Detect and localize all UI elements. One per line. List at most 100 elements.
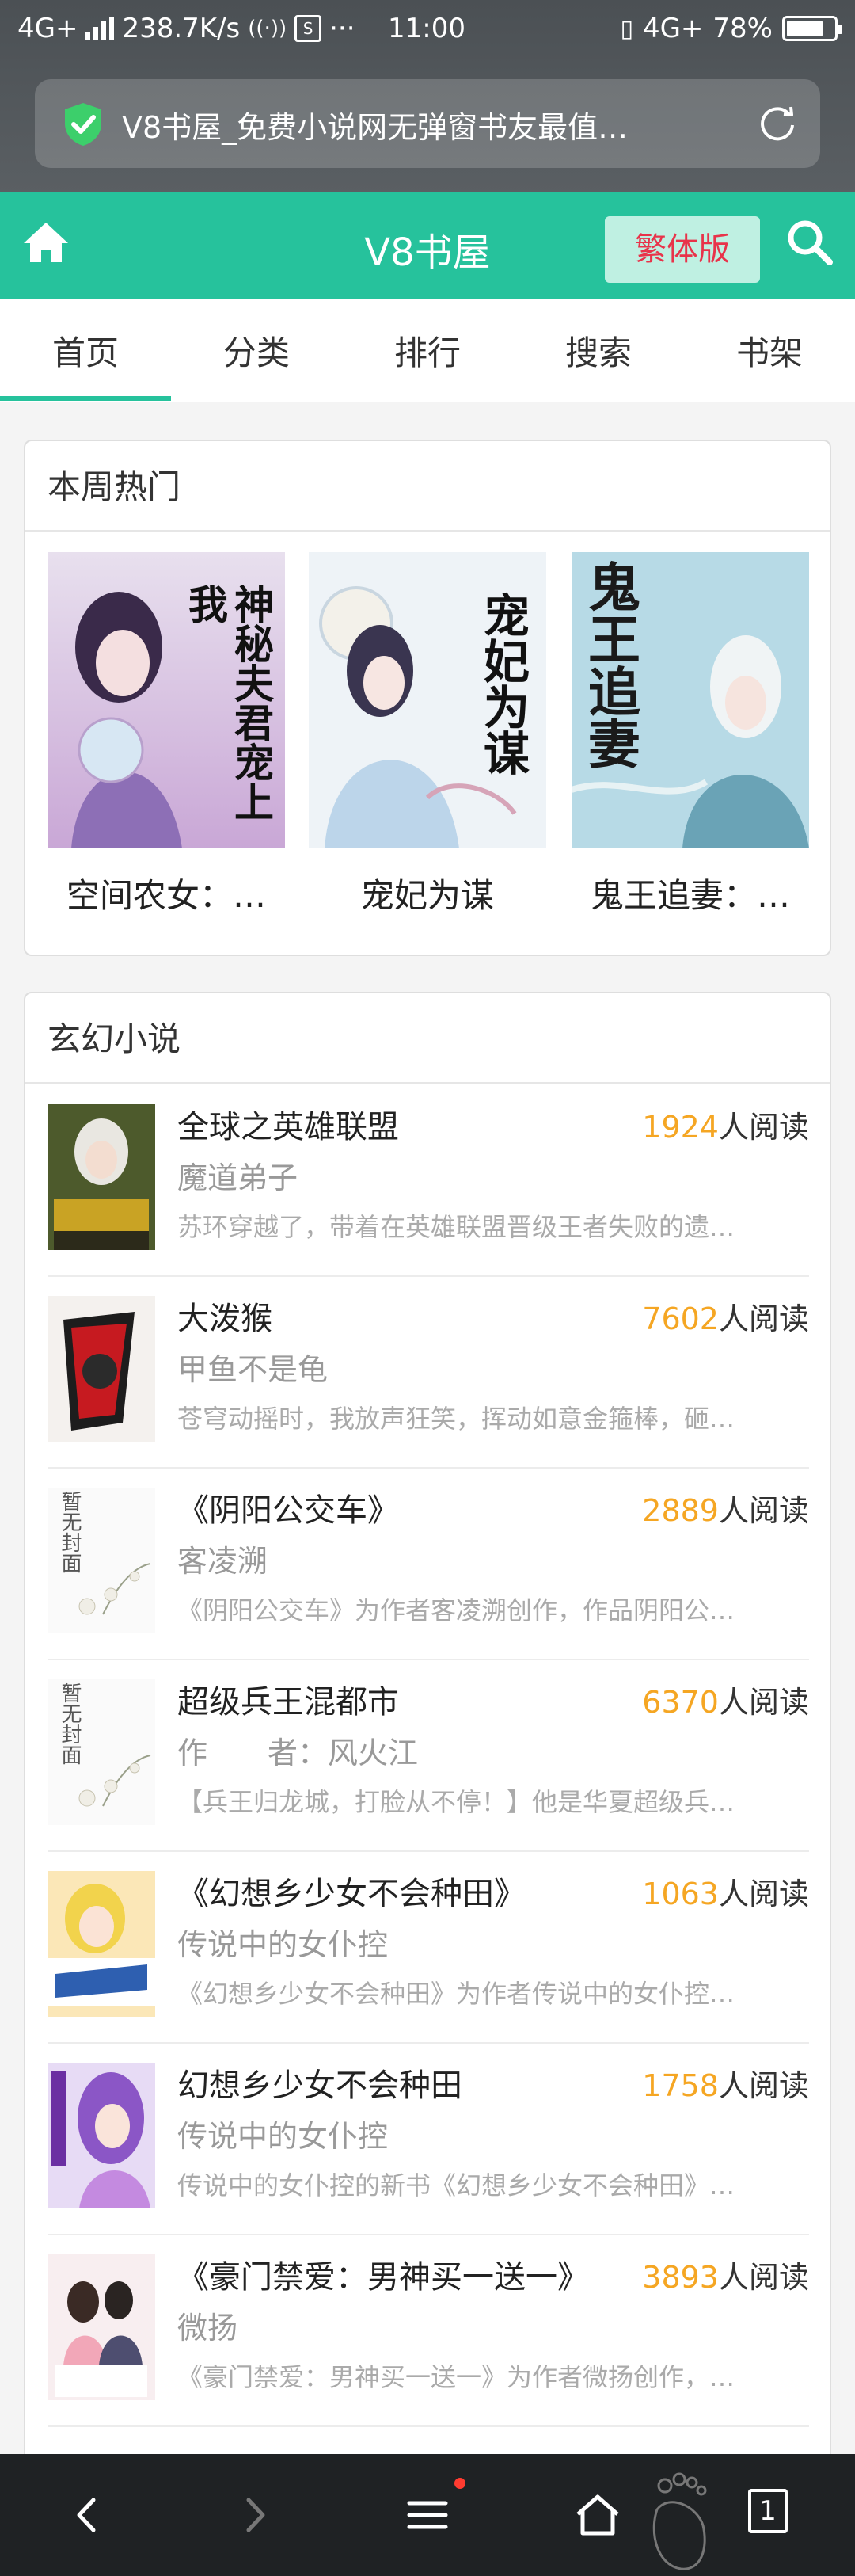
book-title[interactable]: 全球之英雄联盟: [177, 1101, 399, 1147]
read-count: 7602人阅读: [642, 1294, 809, 1338]
status-left: 4G+ 238.7K/s ((·)) S ···: [17, 13, 355, 44]
notification-dot: [454, 2478, 466, 2489]
read-count-number: 2889: [642, 1493, 719, 1528]
book-title[interactable]: 大泼猴: [177, 1293, 272, 1339]
book-thumbnail[interactable]: [48, 2063, 155, 2208]
book-title[interactable]: 幻想乡少女不会种田: [177, 2060, 462, 2105]
read-count: 1758人阅读: [642, 2061, 809, 2105]
read-count-number: 1758: [642, 2068, 719, 2103]
read-count-suffix: 人阅读: [718, 2260, 809, 2295]
book-description: 《幻想乡少女不会种田》为作者传说中的女仆控…: [177, 1979, 735, 2009]
forward-icon[interactable]: [226, 2487, 282, 2543]
battery-percent: 78%: [712, 13, 773, 44]
book-description: 传说中的女仆控的新书《幻想乡少女不会种田》…: [177, 2170, 735, 2201]
book-author: 甲鱼不是龟: [177, 1352, 329, 1387]
book-description: 苍穹动摇时，我放声狂笑，挥动如意金箍棒，砸…: [177, 1404, 735, 1434]
s-icon: S: [294, 15, 322, 42]
traditional-chinese-button[interactable]: 繁体版: [605, 216, 760, 283]
book-description: 【兵王归龙城，打脸从不停！】他是华夏超级兵…: [177, 1787, 735, 1817]
book-title[interactable]: 《豪门禁爱：男神买一送一》: [177, 2251, 589, 2297]
more-status: ···: [329, 13, 355, 44]
footprint-icon: [652, 2472, 707, 2570]
no-cover-text: 暂无封面: [58, 1682, 82, 1765]
hot-section: 本周热门 神秘夫君宠上我 空间农女：… 宠妃为谋 宠妃为谋 鬼王追妻 鬼王追妻：…: [24, 440, 831, 956]
read-count-number: 1924: [642, 1110, 719, 1145]
book-thumbnail[interactable]: 暂无封面: [48, 1488, 155, 1633]
book-title[interactable]: 超级兵王混都市: [177, 1676, 399, 1722]
status-time: 11:00: [388, 13, 466, 44]
reload-icon[interactable]: [755, 101, 800, 146]
book-name[interactable]: 鬼王追妻：…: [572, 869, 809, 917]
read-count: 1924人阅读: [642, 1103, 809, 1146]
tab-category[interactable]: 分类: [171, 299, 342, 402]
browser-chrome: 4G+ 238.7K/s ((·)) S ··· 11:00 ▯ 4G+ 78%…: [0, 0, 855, 192]
book-author: 传说中的女仆控: [177, 1927, 389, 1962]
home-icon[interactable]: [570, 2487, 625, 2543]
book-thumbnail[interactable]: [48, 1871, 155, 2017]
back-icon[interactable]: [60, 2487, 116, 2543]
menu-icon[interactable]: [400, 2487, 455, 2543]
nav-tabs: 首页 分类 排行 搜索 书架: [0, 299, 855, 402]
tab-ranking[interactable]: 排行: [342, 299, 513, 402]
book-thumbnail[interactable]: 暂无封面: [48, 1679, 155, 1825]
book-author: 微扬: [177, 2311, 238, 2345]
book-name[interactable]: 空间农女：…: [48, 869, 285, 917]
shield-check-icon: [65, 103, 101, 146]
book-list-item[interactable]: 幻想乡少女不会种田 1758人阅读传说中的女仆控传说中的女仆控的新书《幻想乡少女不…: [48, 2042, 809, 2235]
right-network-type: 4G+: [642, 13, 704, 44]
book-name[interactable]: 宠妃为谋: [309, 869, 546, 917]
book-list-item[interactable]: 全球之英雄联盟 1924人阅读 魔道弟子 苏环穿越了，带着在英雄联盟晋级王者失败的遗…: [48, 1084, 809, 1277]
read-count-suffix: 人阅读: [718, 2068, 809, 2103]
cover-title: 神秘夫君宠上我: [182, 584, 275, 821]
network-type: 4G+: [17, 13, 78, 44]
book-author: 魔道弟子: [177, 1160, 298, 1195]
read-count-number: 1063: [642, 1877, 719, 1911]
book-cover[interactable]: 神秘夫君宠上我: [48, 552, 285, 848]
tab-home[interactable]: 首页: [0, 299, 171, 402]
status-bar: 4G+ 238.7K/s ((·)) S ··· 11:00 ▯ 4G+ 78%: [0, 0, 855, 59]
read-count: 3893人阅读: [642, 2253, 809, 2296]
tab-bookshelf[interactable]: 书架: [684, 299, 855, 402]
status-right: ▯ 4G+ 78%: [620, 13, 842, 44]
section-title: 本周热门: [25, 441, 830, 532]
book-title[interactable]: 《幻想乡少女不会种田》: [177, 1868, 526, 1914]
read-count-suffix: 人阅读: [718, 1685, 809, 1720]
book-title[interactable]: 《阴阳公交车》: [177, 1484, 399, 1530]
read-count-suffix: 人阅读: [718, 1877, 809, 1911]
fantasy-section: 玄幻小说 全球之英雄联盟 1924人阅读 魔道弟子 苏环穿越了，带着在英雄联盟晋级王者…: [24, 992, 831, 2465]
book-cover[interactable]: 鬼王追妻: [572, 552, 809, 848]
read-count-number: 6370: [642, 1685, 719, 1720]
section-title: 玄幻小说: [25, 993, 830, 1084]
read-count-number: 3893: [642, 2260, 719, 2295]
hotspot-icon: ((·)): [248, 17, 287, 40]
tab-search[interactable]: 搜索: [513, 299, 684, 402]
read-count-suffix: 人阅读: [718, 1110, 809, 1145]
book-list-item[interactable]: 大泼猴 7602人阅读甲鱼不是龟苍穹动摇时，我放声狂笑，挥动如意金箍棒，砸…: [48, 1275, 809, 1469]
read-count: 6370人阅读: [642, 1678, 809, 1721]
read-count-number: 7602: [642, 1301, 719, 1336]
read-count: 1063人阅读: [642, 1869, 809, 1913]
book-description: 《豪门禁爱：男神买一送一》为作者微扬创作，…: [177, 2362, 735, 2392]
tabs-count-button[interactable]: 1: [748, 2489, 788, 2533]
read-count: 2889人阅读: [642, 1486, 809, 1530]
read-count-suffix: 人阅读: [718, 1301, 809, 1336]
app-header: V8书屋 繁体版: [0, 192, 855, 299]
book-cover[interactable]: 宠妃为谋: [309, 552, 546, 848]
book-list-item[interactable]: 《幻想乡少女不会种田》 1063人阅读传说中的女仆控《幻想乡少女不会种田》为作者传…: [48, 1850, 809, 2044]
book-author: 作 者：风火江: [177, 1736, 419, 1770]
vibrate-icon: ▯: [620, 14, 633, 43]
book-author: 客凌溯: [177, 1544, 268, 1579]
cover-title: 宠妃为谋: [476, 592, 530, 775]
book-thumbnail[interactable]: [48, 1296, 155, 1442]
book-thumbnail[interactable]: [48, 1104, 155, 1250]
signal-icon: [86, 17, 115, 40]
book-list-item[interactable]: 《豪门禁爱：男神买一送一》 3893人阅读微扬《豪门禁爱：男神买一送一》为作者微扬…: [48, 2234, 809, 2427]
search-icon[interactable]: [785, 218, 834, 267]
book-list-item[interactable]: 暂无封面 《阴阳公交车》 2889人阅读 客凌溯 《阴阳公交车》为作者客凌溯创作，作品阴…: [48, 1467, 809, 1660]
book-list-item[interactable]: 暂无封面 超级兵王混都市 6370人阅读作 者：风火江【兵王归龙城，打脸从不停！】他…: [48, 1659, 809, 1852]
no-cover-text: 暂无封面: [58, 1491, 82, 1573]
address-bar[interactable]: V8书屋_免费小说网无弹窗书友最值…: [35, 79, 820, 168]
book-author: 传说中的女仆控: [177, 2119, 389, 2154]
book-thumbnail[interactable]: [48, 2254, 155, 2400]
url-text[interactable]: V8书屋_免费小说网无弹窗书友最值…: [122, 103, 755, 147]
